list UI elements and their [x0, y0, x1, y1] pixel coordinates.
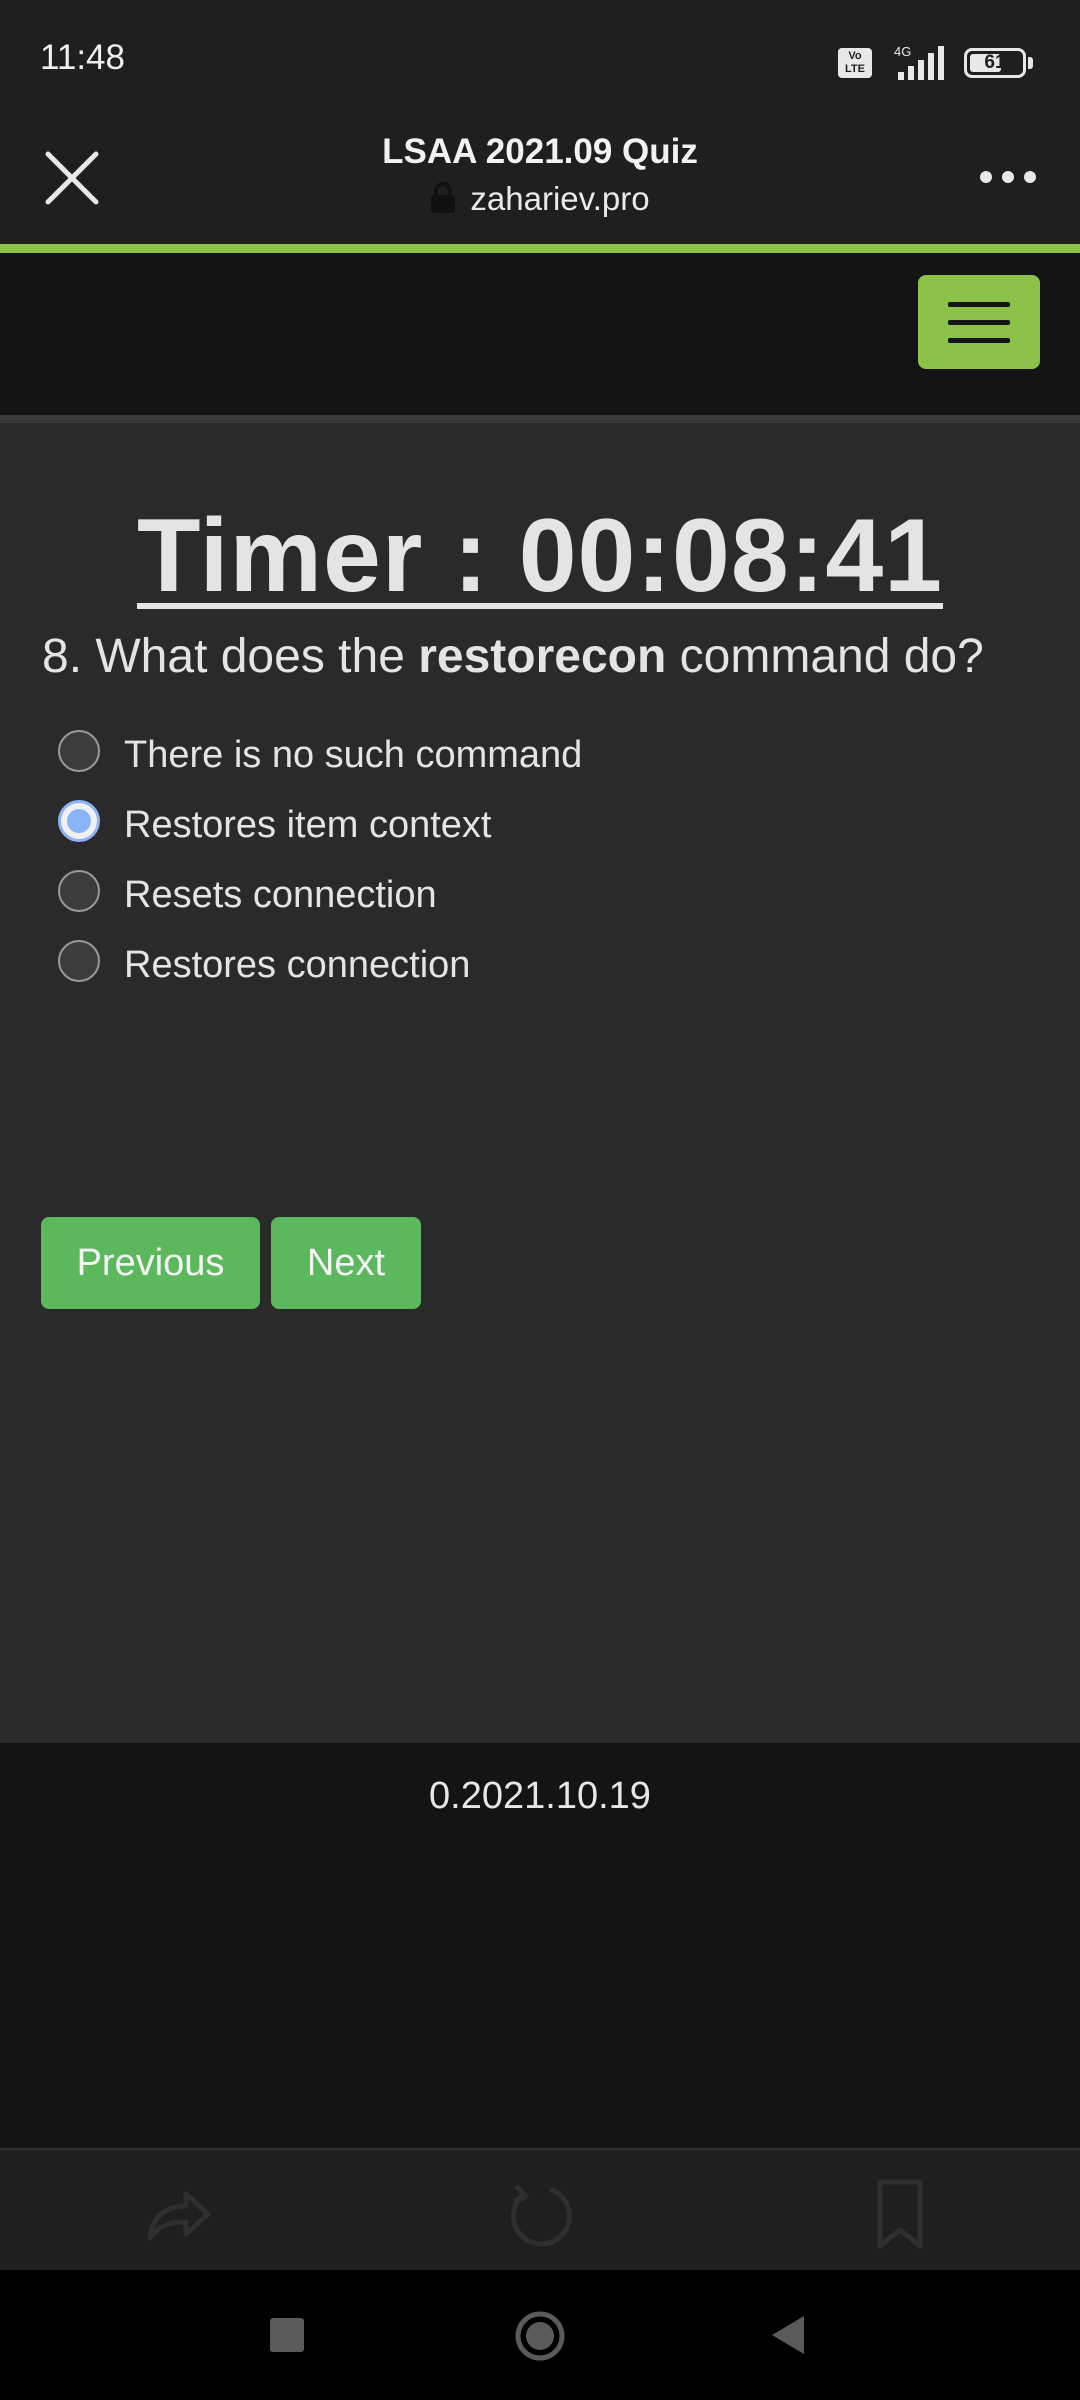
share-icon[interactable]: [140, 2176, 216, 2252]
quiz-timer: Timer : 00:08:41: [136, 498, 944, 614]
answer-label: Restores connection: [124, 944, 471, 986]
system-nav-bar: [0, 2270, 1080, 2400]
lock-icon: [431, 182, 456, 213]
menu-toggle-button[interactable]: [918, 275, 1040, 369]
browser-header: LSAA 2021.09 Quiz zahariev.pro: [0, 122, 1080, 246]
signal-icon: [898, 46, 944, 80]
battery-level: 61: [984, 52, 1006, 73]
close-icon[interactable]: [40, 146, 104, 210]
battery-tip: [1028, 57, 1033, 69]
question-text: 8. What does the restorecon command do?: [42, 629, 984, 684]
quiz-container: Timer : 00:08:41 8. What does the restor…: [0, 423, 1080, 1743]
status-bar: 11:48 Vo LTE 4G 61: [0, 0, 1080, 122]
hamburger-icon-bar: [948, 338, 1010, 343]
battery-icon: 61: [964, 48, 1026, 78]
url-text: zahariev.pro: [470, 180, 650, 217]
next-button[interactable]: Next: [271, 1217, 421, 1309]
hamburger-icon: [948, 302, 1010, 307]
question-keyword: restorecon: [418, 630, 667, 683]
back-icon[interactable]: [768, 2314, 808, 2356]
hamburger-icon-bar: [948, 320, 1010, 325]
radio-button[interactable]: [58, 730, 100, 772]
status-time: 11:48: [40, 38, 125, 77]
site-navbar: [0, 253, 1080, 415]
volte-label: Vo LTE: [845, 50, 865, 75]
answer-label: There is no such command: [124, 734, 583, 776]
recents-icon[interactable]: [268, 2316, 306, 2354]
previous-button[interactable]: Previous: [41, 1217, 260, 1309]
url-display[interactable]: zahariev.pro: [200, 180, 880, 218]
page-title: LSAA 2021.09 Quiz: [382, 132, 698, 171]
home-icon[interactable]: [514, 2310, 566, 2362]
more-icon[interactable]: [976, 162, 1040, 192]
version-text: 0.2021.10.19: [429, 1775, 651, 1817]
answer-label: Restores item context: [124, 804, 492, 846]
page-footer: 0.2021.10.19: [0, 1743, 1080, 2148]
radio-button[interactable]: [58, 800, 100, 842]
navbar-divider: [0, 415, 1080, 423]
radio-button[interactable]: [58, 940, 100, 982]
browser-toolbar: [0, 2148, 1080, 2270]
reload-icon[interactable]: [502, 2176, 578, 2252]
answer-label: Resets connection: [124, 874, 437, 916]
question-prefix: 8. What does the: [42, 630, 419, 683]
bookmark-icon[interactable]: [862, 2176, 938, 2252]
question-suffix: command do?: [666, 630, 984, 683]
volte-icon: Vo LTE: [838, 48, 872, 78]
radio-button[interactable]: [58, 870, 100, 912]
page-load-progress: [0, 244, 1080, 253]
